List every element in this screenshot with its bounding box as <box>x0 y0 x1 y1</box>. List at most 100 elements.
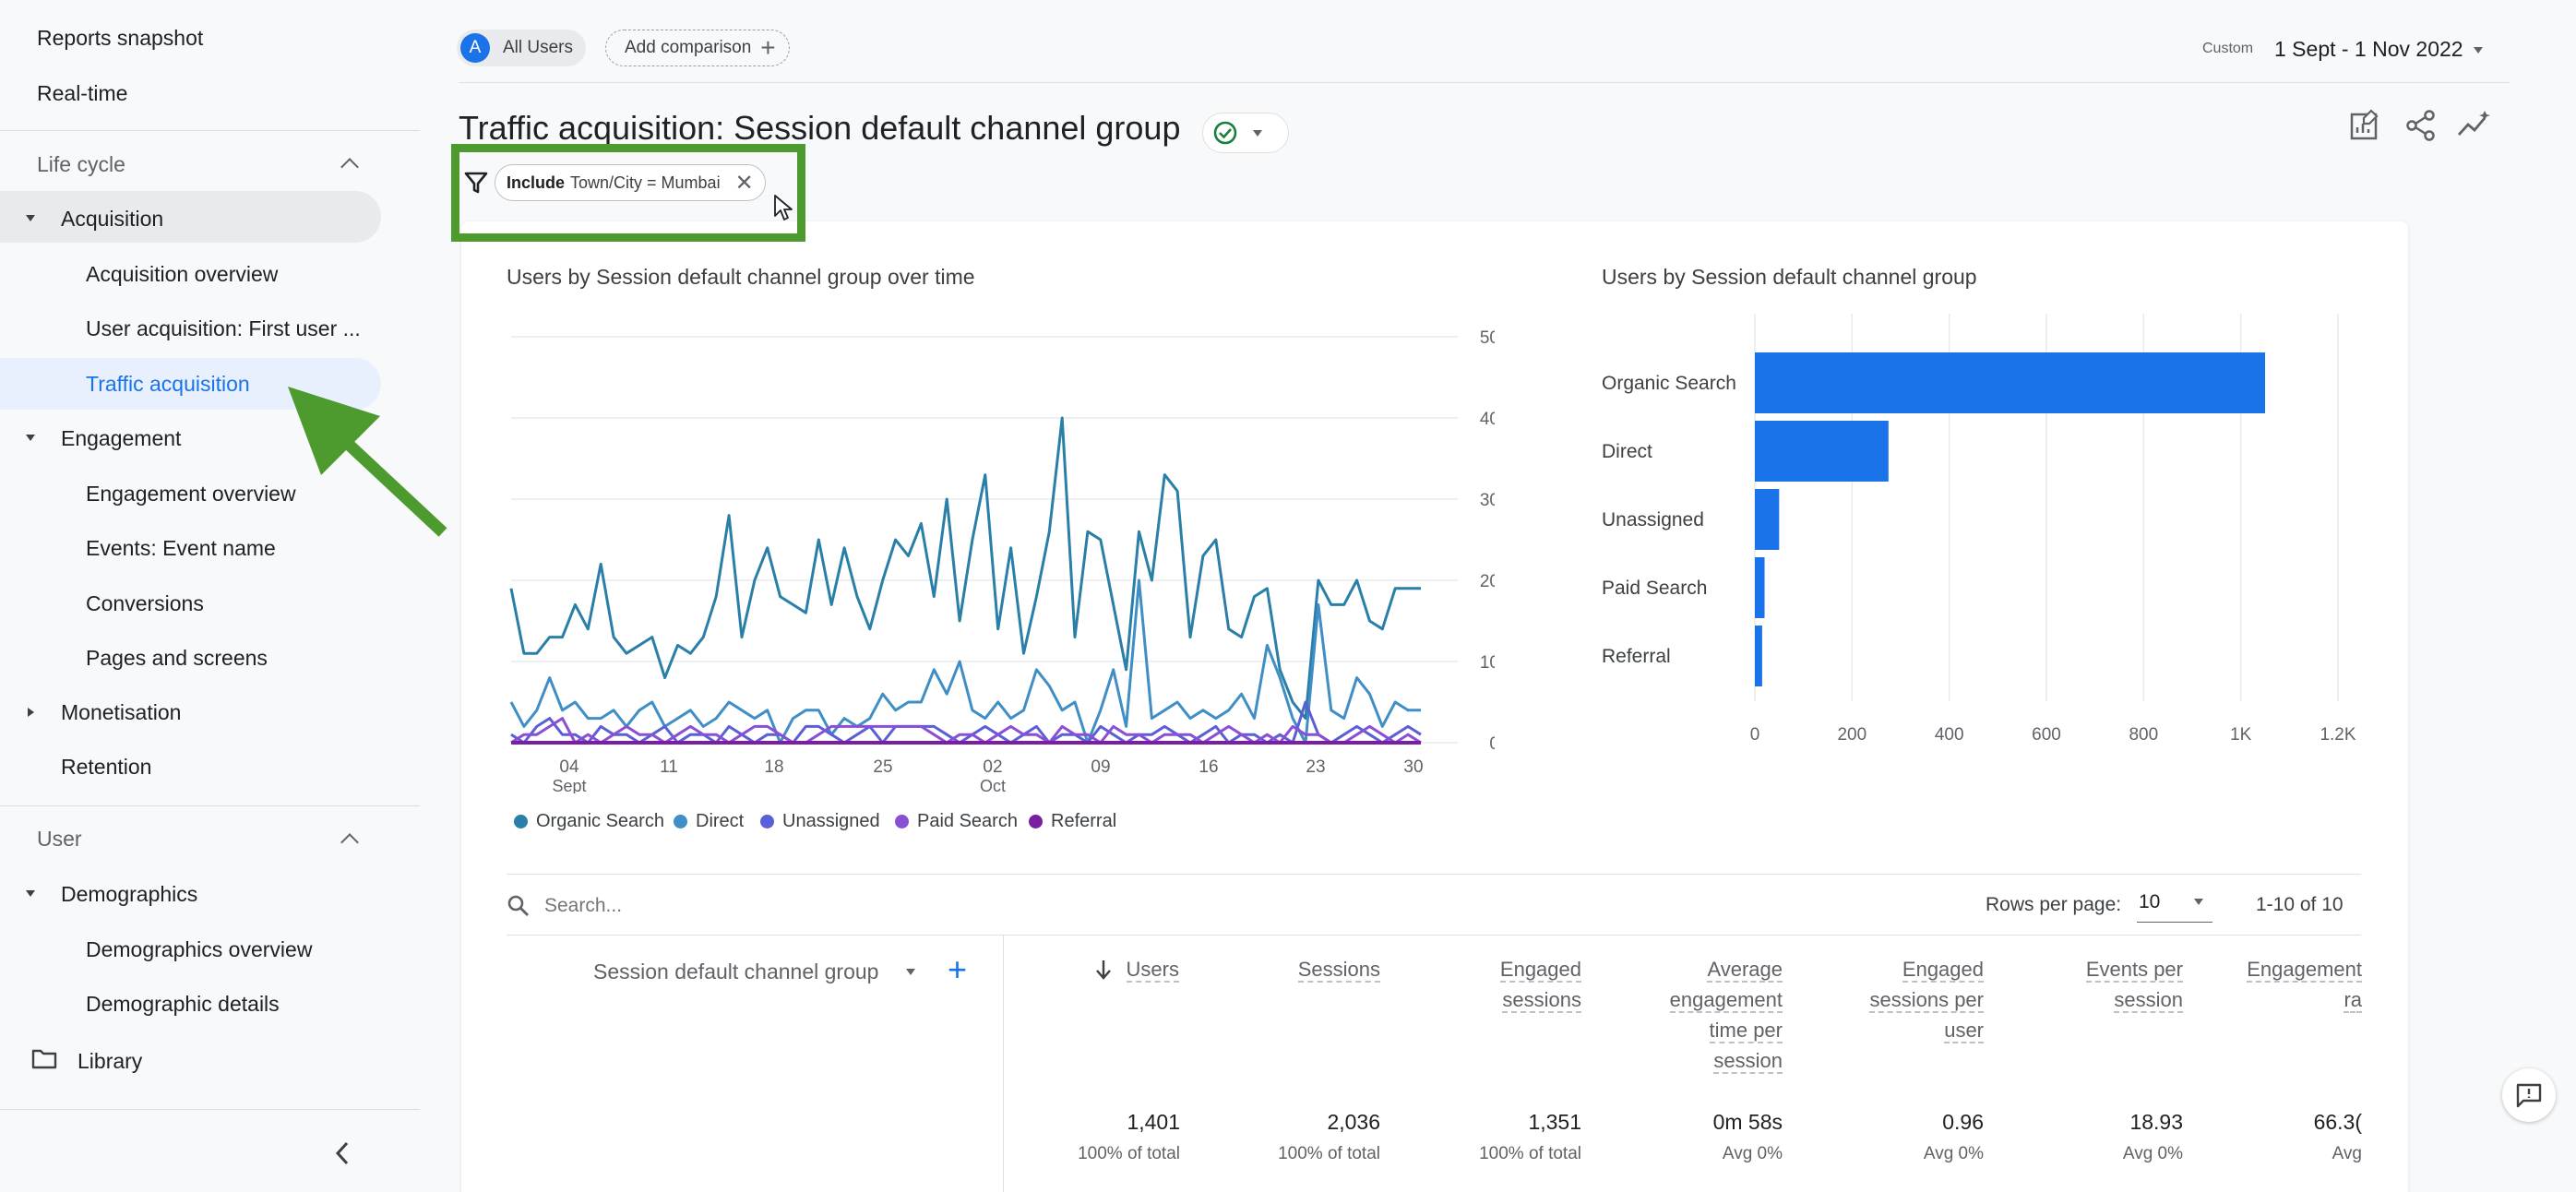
y-tick-label: 20 <box>1480 572 1495 591</box>
legend-dot <box>1029 815 1043 828</box>
sidebar-item-user-acquisition[interactable]: User acquisition: First user ... <box>86 316 361 341</box>
bar-organic-search[interactable] <box>1755 352 2265 413</box>
x-tick-label: 16 <box>1199 757 1218 777</box>
sidebar-item-engagement[interactable]: Engagement <box>61 426 181 451</box>
caret-down-icon[interactable] <box>26 435 35 441</box>
remove-filter-icon[interactable]: ✕ <box>735 170 754 197</box>
date-dropdown-icon[interactable] <box>2474 47 2483 54</box>
y-tick-label: 0 <box>1489 734 1495 754</box>
column-header-events-per-session[interactable]: Events per session <box>2057 954 2183 1015</box>
add-comparison-button[interactable]: Add comparison + <box>605 30 790 66</box>
add-dimension-plus-icon[interactable]: + <box>948 950 967 989</box>
legend-item[interactable]: Referral <box>1029 811 1116 832</box>
sidebar-item-demographic-details[interactable]: Demographic details <box>86 992 280 1017</box>
collapse-sidebar-chevron-icon[interactable] <box>332 1139 352 1167</box>
bar-chart: 0 200 400 600 800 1K 1.2K Organic Search Direct U… <box>1602 314 2356 745</box>
total-engagement-rate: 66.3( <box>2313 1110 2362 1134</box>
column-header-engagement-rate-label: Engagement ra <box>2247 958 2362 1013</box>
feedback-icon <box>2516 1083 2542 1108</box>
feedback-button[interactable] <box>2502 1068 2556 1122</box>
sidebar-item-pages-screens[interactable]: Pages and screens <box>86 646 268 671</box>
rows-per-page-value: 10 <box>2139 891 2161 912</box>
sidebar-item-reports-snapshot[interactable]: Reports snapshot <box>37 26 203 51</box>
sidebar-item-traffic-acquisition[interactable]: Traffic acquisition <box>86 372 250 397</box>
bar-unassigned[interactable] <box>1755 489 1780 550</box>
x-tick-sublabel: Sept <box>552 777 586 793</box>
bar-category-label: Direct <box>1602 441 1652 462</box>
sidebar-item-acquisition-bg <box>0 191 381 243</box>
sidebar-section-user[interactable]: User <box>37 827 82 852</box>
legend-item[interactable]: Unassigned <box>760 811 880 832</box>
segment-chip-all-users[interactable]: A All Users <box>457 30 587 66</box>
column-header-events-per-session-label: Events per session <box>2085 958 2183 1013</box>
total-engaged-sessions: 1,351 <box>1528 1110 1581 1134</box>
caret-right-icon[interactable] <box>28 708 34 717</box>
sidebar-item-demographics[interactable]: Demographics <box>61 882 197 907</box>
sidebar-item-demographics-overview[interactable]: Demographics overview <box>86 937 312 962</box>
x-tick-label: 600 <box>2032 725 2061 745</box>
rows-per-page-select[interactable]: 10 <box>2137 889 2212 923</box>
series-line-organic-search <box>509 416 1421 721</box>
sidebar-item-events[interactable]: Events: Event name <box>86 536 276 561</box>
filter-chip[interactable]: Include Town/City = Mumbai ✕ <box>495 164 766 201</box>
share-icon[interactable] <box>2405 110 2437 141</box>
customize-report-icon[interactable] <box>2349 109 2380 140</box>
total-engaged-sessions-per-user-sub: Avg 0% <box>1923 1144 1984 1163</box>
table-header-divider <box>507 935 2361 936</box>
bar-paid-search[interactable] <box>1755 557 1765 618</box>
legend-item[interactable]: Paid Search <box>895 811 1018 832</box>
top-divider <box>459 82 2510 83</box>
legend-label: Unassigned <box>782 811 880 831</box>
column-header-users-label: Users <box>1126 958 1179 983</box>
column-header-engaged-sessions-per-user-label: Engaged sessions per user <box>1869 958 1984 1043</box>
sidebar-item-monetisation[interactable]: Monetisation <box>61 700 181 725</box>
sidebar-item-retention[interactable]: Retention <box>61 755 151 780</box>
column-header-engaged-sessions-label: Engaged sessions <box>1499 958 1581 1013</box>
date-range-selector[interactable]: 1 Sept - 1 Nov 2022 <box>2274 37 2463 62</box>
total-engagement-rate-sub: Avg <box>2332 1144 2362 1163</box>
column-header-engagement-rate[interactable]: Engagement ra <box>2233 954 2362 1015</box>
plus-icon: + <box>760 33 776 62</box>
column-header-sessions[interactable]: Sessions <box>1236 954 1380 984</box>
bar-direct[interactable] <box>1755 421 1889 482</box>
x-tick-label: 1K <box>2230 725 2252 745</box>
x-tick-label: 04 <box>559 757 579 777</box>
dimension-selector[interactable]: Session default channel group <box>593 960 878 984</box>
legend-label: Paid Search <box>917 811 1018 831</box>
collapse-lifecycle-icon[interactable] <box>340 158 359 176</box>
sidebar-item-engagement-overview[interactable]: Engagement overview <box>86 482 296 507</box>
filter-text: Town/City = Mumbai <box>570 173 721 192</box>
mouse-cursor-icon <box>774 195 793 221</box>
table-search-input[interactable] <box>544 891 913 921</box>
line-chart: 0 10 20 30 40 50 04Sept 11 18 25 02Oct 09 16 23 30 <box>509 328 1495 793</box>
collapse-user-icon[interactable] <box>340 833 359 852</box>
x-tick-label: 200 <box>1837 725 1866 745</box>
insights-icon[interactable] <box>2457 109 2492 140</box>
sidebar-item-conversions[interactable]: Conversions <box>86 591 204 616</box>
column-header-avg-engagement-time[interactable]: Average engagement time per session <box>1642 954 1783 1076</box>
caret-down-icon[interactable] <box>26 890 35 897</box>
sort-descending-arrow-icon[interactable] <box>1095 959 1112 981</box>
bar-referral[interactable] <box>1755 626 1762 686</box>
chevron-down-icon <box>1253 129 1262 137</box>
sidebar-item-library[interactable]: Library <box>78 1049 142 1074</box>
legend-dot <box>514 815 528 828</box>
column-header-engaged-sessions-per-user[interactable]: Engaged sessions per user <box>1854 954 1984 1045</box>
rows-per-page-label: Rows per page: <box>1986 894 2122 915</box>
legend-item[interactable]: Organic Search <box>514 811 664 832</box>
sidebar-section-lifecycle[interactable]: Life cycle <box>37 152 125 177</box>
sidebar-item-acquisition-overview[interactable]: Acquisition overview <box>86 262 278 287</box>
sidebar-item-acquisition[interactable]: Acquisition <box>61 207 163 232</box>
caret-down-icon[interactable] <box>26 215 35 221</box>
column-header-engaged-sessions[interactable]: Engaged sessions <box>1450 954 1581 1015</box>
check-circle-icon <box>1213 121 1237 145</box>
x-tick-sublabel: Oct <box>980 777 1006 793</box>
report-status-button[interactable] <box>1202 113 1289 153</box>
legend-item[interactable]: Direct <box>674 811 744 832</box>
column-header-avg-engagement-time-label: Average engagement time per session <box>1669 958 1783 1074</box>
filter-icon[interactable] <box>464 171 488 195</box>
dimension-dropdown-icon[interactable] <box>906 969 915 975</box>
pagination-label: 1-10 of 10 <box>2256 894 2343 915</box>
column-header-users[interactable]: Users <box>1116 954 1179 984</box>
sidebar-item-realtime[interactable]: Real-time <box>37 81 127 106</box>
